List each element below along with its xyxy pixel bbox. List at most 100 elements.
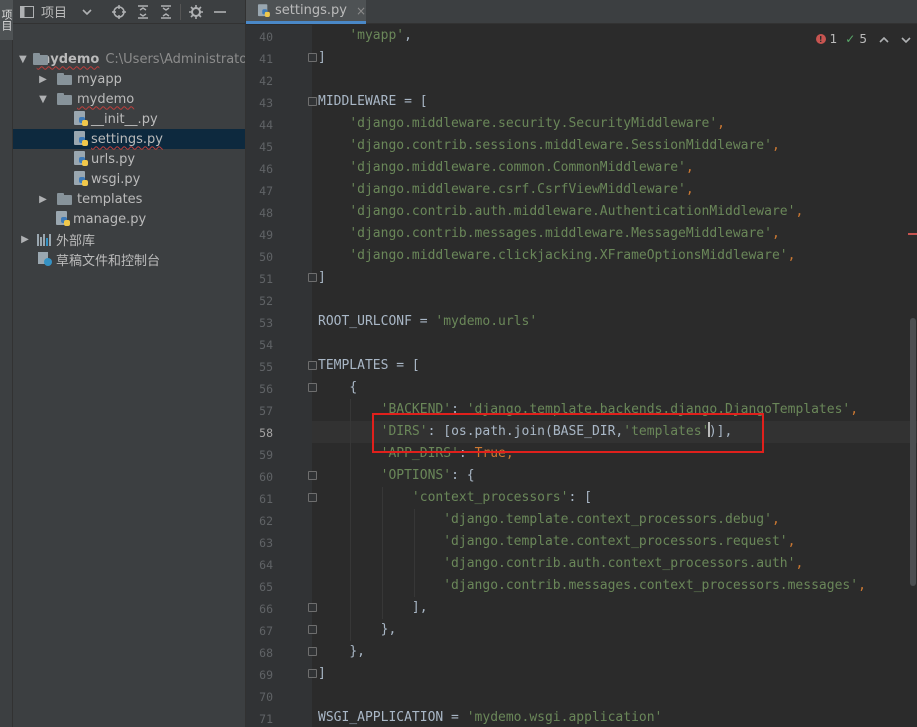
python-file-icon <box>73 171 89 187</box>
line-number: 51 <box>259 272 273 286</box>
code-line-45: 'django.contrib.sessions.middleware.Sess… <box>318 135 780 157</box>
error-icon: ! <box>815 34 826 44</box>
tree-item-urls-py[interactable]: urls.py <box>13 149 245 169</box>
string-token: 'mydemo.urls' <box>435 314 538 329</box>
chevron-right-icon[interactable]: ▶ <box>37 74 49 85</box>
code-line-71: WSGI_APPLICATION = 'mydemo.wsgi.applicat… <box>318 707 662 727</box>
line-number: 52 <box>259 294 273 308</box>
code-line-62: 'django.template.context_processors.debu… <box>318 509 780 531</box>
line-number: 55 <box>259 360 273 374</box>
inspection-widget[interactable]: ! 1 ✓ 5 <box>815 30 911 48</box>
expand-all-icon[interactable] <box>136 2 150 22</box>
tree-root-path: C:\Users\Administrator <box>105 51 253 67</box>
code-line-66: ], <box>318 597 428 619</box>
tree-item-label: urls.py <box>91 151 136 167</box>
chevron-down-icon[interactable] <box>81 2 93 22</box>
tree-item-label: myapp <box>77 71 122 87</box>
punct-token: , <box>685 160 694 175</box>
gear-icon[interactable] <box>188 2 204 22</box>
vertical-scrollbar[interactable] <box>910 318 916 586</box>
string-token: 'OPTIONS' <box>380 468 452 483</box>
python-file-icon <box>73 111 89 127</box>
chevron-down-icon[interactable] <box>901 32 911 46</box>
tree-item-manage-py[interactable]: manage.py <box>13 209 245 229</box>
code-token: WSGI_APPLICATION = <box>318 710 467 725</box>
string-token: 'myapp' <box>349 28 405 43</box>
collapse-all-icon[interactable] <box>159 2 173 22</box>
chevron-up-icon[interactable] <box>879 32 889 46</box>
code-line-48: 'django.contrib.auth.middleware.Authenti… <box>318 201 803 223</box>
minimize-icon[interactable] <box>213 2 227 22</box>
line-number: 45 <box>259 140 273 154</box>
string-token: 'django.contrib.auth.middleware.Authenti… <box>349 204 796 219</box>
tree-item-label: 草稿文件和控制台 <box>56 253 161 269</box>
python-file-icon <box>55 211 71 227</box>
line-number: 64 <box>259 558 273 572</box>
tree-item-templates[interactable]: ▶ templates <box>13 189 245 209</box>
close-icon[interactable]: × <box>356 4 366 18</box>
tree-item-myapp[interactable]: ▶ myapp <box>13 69 245 89</box>
chevron-right-icon[interactable]: ▶ <box>37 194 49 205</box>
string-token: 'context_processors' <box>411 490 569 505</box>
chevron-right-icon[interactable]: ▶ <box>19 234 31 245</box>
code-line-56: { <box>318 377 357 399</box>
code-line-41: ] <box>318 50 326 65</box>
punct-token: , <box>717 116 725 131</box>
error-count: 1 <box>829 32 838 46</box>
check-count: 5 <box>859 32 867 46</box>
string-token: 'django.template.context_processors.debu… <box>443 512 772 527</box>
punct-token: , <box>858 578 866 593</box>
code-token: : [ <box>568 490 592 505</box>
code-line-65: 'django.contrib.messages.context_process… <box>318 575 866 597</box>
python-file-icon <box>257 3 270 18</box>
tree-item-label: 外部库 <box>56 233 96 249</box>
tree-item-wsgi-py[interactable]: wsgi.py <box>13 169 245 189</box>
project-tool-tab[interactable]: 项目 <box>0 0 13 40</box>
tree-item-mydemo[interactable]: ▼ mydemo <box>13 89 245 109</box>
line-number: 71 <box>259 712 273 726</box>
code-line-44: 'django.middleware.security.SecurityMidd… <box>318 113 725 135</box>
code-line-55: TEMPLATES = [ <box>318 358 420 373</box>
annotation-highlight-box <box>372 413 764 453</box>
project-view-title[interactable]: 项目 <box>41 2 67 21</box>
target-icon[interactable] <box>111 2 127 22</box>
string-token: 'django.template.context_processors.requ… <box>443 534 788 549</box>
python-file-icon <box>73 131 89 147</box>
line-number: 68 <box>259 646 273 660</box>
code-line-53: ROOT_URLCONF = 'mydemo.urls' <box>318 311 537 333</box>
line-number: 46 <box>259 162 273 176</box>
string-token: 'django.contrib.messages.middleware.Mess… <box>349 226 772 241</box>
error-stripe-marker[interactable] <box>908 233 917 235</box>
line-number: 61 <box>259 492 273 506</box>
code-token: ], <box>411 600 428 615</box>
code-line-40: 'myapp', <box>318 25 412 47</box>
line-number: 40 <box>259 30 273 44</box>
string-token: 'mydemo.wsgi.application' <box>466 710 663 725</box>
string-token: 'django.middleware.security.SecurityMidd… <box>349 116 718 131</box>
punct-token: , <box>795 204 804 219</box>
punct-token: , <box>787 248 796 263</box>
line-number: 42 <box>259 74 273 88</box>
punct-token: , <box>787 534 796 549</box>
line-number: 62 <box>259 514 273 528</box>
chevron-down-icon[interactable]: ▼ <box>19 54 27 65</box>
chevron-down-icon[interactable]: ▼ <box>37 94 49 105</box>
tree-item-scratches[interactable]: 草稿文件和控制台 <box>13 249 245 269</box>
punct-token: , <box>404 28 412 43</box>
tab-settings-py[interactable]: settings.py × <box>246 0 366 24</box>
punct-token: , <box>771 138 780 153</box>
line-number: 44 <box>259 118 273 132</box>
line-number: 49 <box>259 228 273 242</box>
line-number: 63 <box>259 536 273 550</box>
string-token: 'django.contrib.sessions.middleware.Sess… <box>349 138 772 153</box>
code-token: }, <box>349 644 365 659</box>
line-number: 53 <box>259 316 273 330</box>
tree-item-external-libraries[interactable]: ▶ 外部库 <box>13 229 245 249</box>
code-line-63: 'django.template.context_processors.requ… <box>318 531 795 553</box>
punct-token: , <box>771 512 780 527</box>
code-editor[interactable]: 'myapp', ] MIDDLEWARE = [ 'django.middle… <box>312 25 917 727</box>
tree-item-init-py[interactable]: __init__.py <box>13 109 245 129</box>
line-number: 59 <box>259 448 273 462</box>
tree-item-settings-py[interactable]: settings.py <box>13 129 245 149</box>
tree-root-mydemo[interactable]: ▼ mydemo C:\Users\Administrator <box>13 49 253 69</box>
